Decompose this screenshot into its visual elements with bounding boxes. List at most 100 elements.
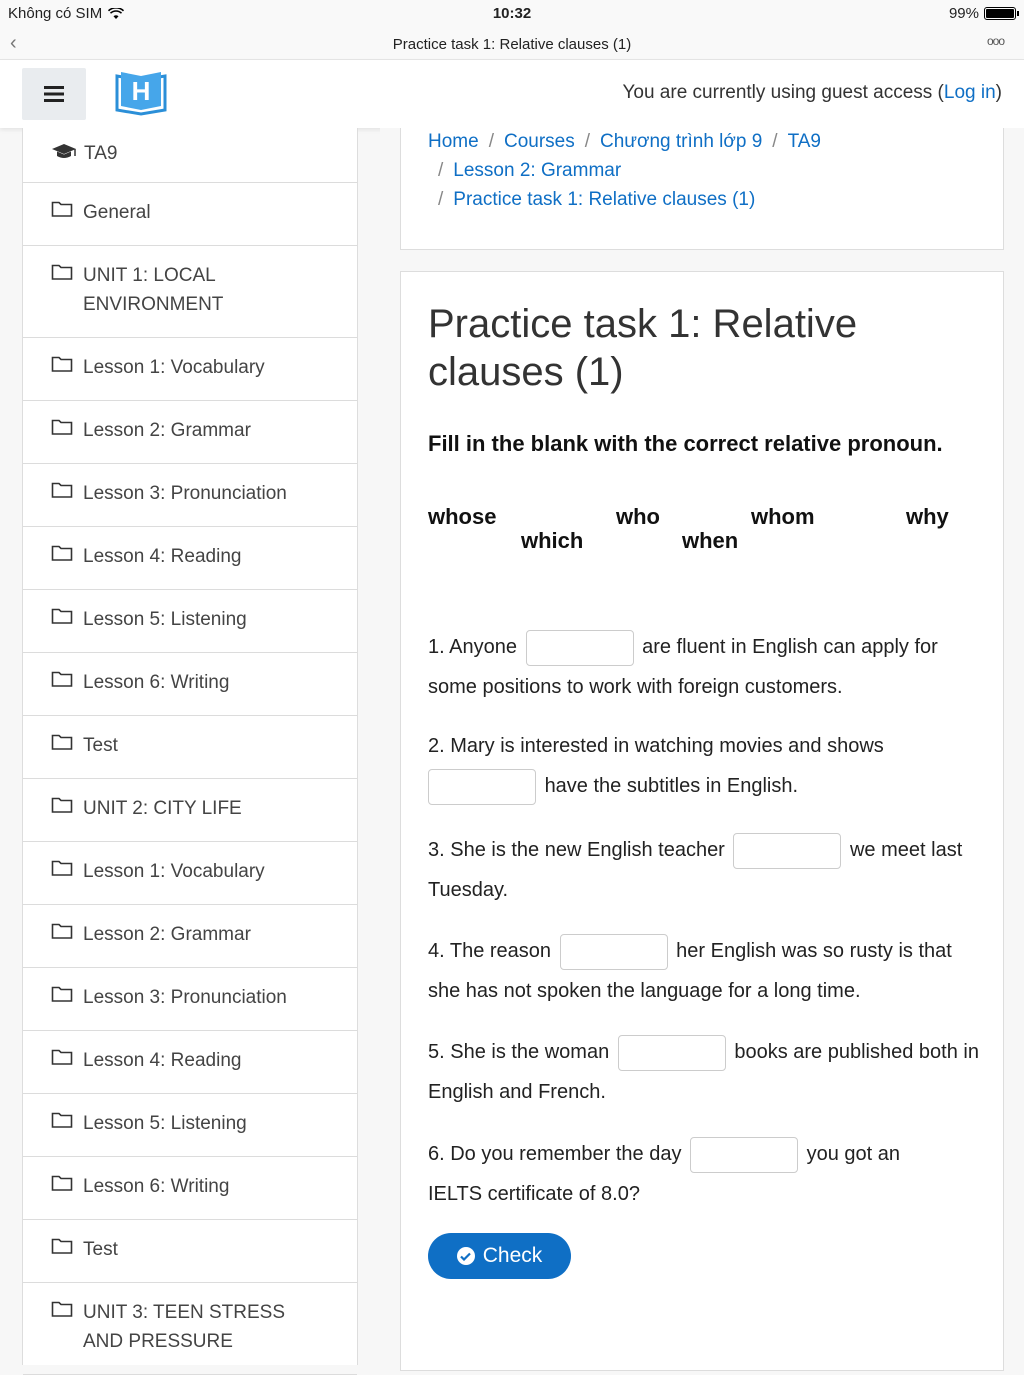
folder-icon	[51, 860, 73, 876]
breadcrumb-lesson[interactable]: Lesson 2: Grammar	[453, 160, 621, 181]
folder-icon	[51, 201, 73, 217]
sidebar-item[interactable]: General	[23, 183, 357, 246]
sidebar-item[interactable]: Lesson 2: Grammar	[23, 401, 357, 464]
sidebar-item-label: Test	[83, 735, 118, 756]
sidebar-item[interactable]: UNIT 1: LOCAL ENVIRONMENT	[23, 246, 357, 338]
sidebar-item-label: Lesson 3: Pronunciation	[83, 483, 287, 504]
sidebar-item-label: Lesson 3: Pronunciation	[83, 987, 287, 1008]
folder-icon	[51, 419, 73, 435]
sidebar-item-label: Lesson 5: Listening	[83, 1113, 247, 1134]
answer-input-5[interactable]	[617, 1034, 726, 1071]
sidebar-item[interactable]: Lesson 3: Pronunciation	[23, 968, 357, 1031]
sidebar-item-label: UNIT 2: CITY LIFE	[83, 798, 242, 819]
question-6: 6. Do you remember the day you got an IE…	[428, 1134, 948, 1214]
site-logo[interactable]: H	[113, 70, 169, 116]
login-link[interactable]: Log in	[944, 82, 996, 103]
sidebar-item[interactable]: Lesson 1: Vocabulary	[23, 338, 357, 401]
breadcrumb-course[interactable]: TA9	[788, 131, 821, 152]
sidebar-item[interactable]: Lesson 5: Listening	[23, 1094, 357, 1157]
browser-nav: ‹ Practice task 1: Relative clauses (1) …	[0, 28, 1024, 60]
breadcrumb-home[interactable]: Home	[428, 131, 479, 152]
guest-access-notice: You are currently using guest access (Lo…	[622, 82, 1002, 103]
answer-input-3[interactable]	[733, 832, 842, 869]
sidebar-item-label: UNIT 1: LOCAL ENVIRONMENT	[83, 265, 224, 315]
breadcrumb-courses[interactable]: Courses	[504, 131, 575, 152]
sidebar-item-label: Lesson 6: Writing	[83, 672, 230, 693]
word-bank-item: who	[616, 504, 660, 529]
hamburger-icon	[44, 86, 64, 102]
question-4: 4. The reason her English was so rusty i…	[428, 931, 988, 1011]
course-navigation-sidebar: TA9 General UNIT 1: LOCAL ENVIRONMENT Less…	[22, 128, 358, 1375]
word-bank-item: why	[906, 504, 949, 529]
instruction-text: Fill in the blank with the correct relat…	[428, 431, 943, 456]
battery-percent: 99%	[948, 5, 979, 22]
sidebar-item[interactable]: UNIT 2: CITY LIFE	[23, 779, 357, 842]
sidebar-item-label: Lesson 4: Reading	[83, 546, 242, 567]
word-bank-item: whose	[428, 504, 497, 529]
folder-icon	[51, 264, 73, 280]
folder-icon	[51, 1049, 73, 1065]
word-bank-item: when	[682, 528, 739, 553]
sidebar-item[interactable]: Lesson 1: Vocabulary	[23, 842, 357, 905]
sidebar-item-label: UNIT 3: TEEN STRESS AND PRESSURE	[83, 1302, 286, 1352]
sidebar-item[interactable]: Lesson 3: Pronunciation	[23, 464, 357, 527]
folder-icon	[51, 482, 73, 498]
svg-text:H: H	[132, 76, 151, 106]
status-bar: Không có SIM 10:32 99%	[0, 0, 1024, 28]
folder-icon	[51, 356, 73, 372]
check-button[interactable]: Check	[428, 1233, 571, 1279]
battery-icon	[984, 7, 1019, 20]
question-3: 3. She is the new English teacher we mee…	[428, 830, 988, 910]
sidebar-item[interactable]: Lesson 6: Writing	[23, 653, 357, 716]
menu-toggle-button[interactable]	[22, 68, 86, 120]
breadcrumb: Home / Courses / Chương trình lớp 9/TA9 /Les…	[400, 128, 1004, 250]
answer-input-2[interactable]	[428, 768, 536, 805]
breadcrumb-program[interactable]: Chương trình lớp 9	[600, 131, 762, 152]
breadcrumb-task[interactable]: Practice task 1: Relative clauses (1)	[453, 189, 755, 210]
site-header: H You are currently using guest access (…	[0, 60, 1024, 128]
answer-input-6[interactable]	[690, 1136, 799, 1173]
sidebar-item-label: Lesson 2: Grammar	[83, 924, 251, 945]
answer-input-1[interactable]	[525, 629, 634, 666]
nav-title: Practice task 1: Relative clauses (1)	[392, 36, 632, 53]
folder-icon	[51, 545, 73, 561]
sidebar-item[interactable]: Lesson 6: Writing	[23, 1157, 357, 1220]
sidebar-item[interactable]: Lesson 4: Reading	[23, 1031, 357, 1094]
sidebar-item-label: Lesson 1: Vocabulary	[83, 861, 265, 882]
folder-icon	[51, 986, 73, 1002]
folder-icon	[51, 734, 73, 750]
folder-icon	[51, 1112, 73, 1128]
question-5: 5. She is the woman books are published …	[428, 1032, 988, 1112]
sidebar-item[interactable]: Lesson 5: Listening	[23, 590, 357, 653]
activity-card: Practice task 1: Relative clauses (1) Fi…	[400, 271, 1004, 1371]
check-button-label: Check	[482, 1244, 543, 1267]
word-bank-item: which	[521, 528, 584, 553]
sidebar-item-label: Lesson 4: Reading	[83, 1050, 242, 1071]
folder-icon	[51, 608, 73, 624]
folder-icon	[51, 1175, 73, 1191]
folder-icon	[51, 797, 73, 813]
sidebar-item-label: General	[83, 202, 151, 223]
sidebar-item[interactable]: Lesson 2: Grammar	[23, 905, 357, 968]
question-2: 2. Mary is interested in watching movies…	[428, 726, 948, 806]
more-icon[interactable]: ooo	[987, 34, 1005, 48]
sidebar-item-label: Lesson 1: Vocabulary	[83, 357, 265, 378]
graduation-cap-icon	[52, 144, 76, 158]
question-1: 1. Anyone are fluent in English can appl…	[428, 627, 988, 707]
sidebar-item-course[interactable]: TA9	[23, 128, 357, 183]
word-bank-item: whom	[751, 504, 815, 529]
sidebar-item[interactable]: Test	[23, 716, 357, 779]
folder-icon	[51, 671, 73, 687]
answer-input-4[interactable]	[559, 933, 668, 970]
sidebar-item[interactable]: UNIT 3: TEEN STRESS AND PRESSURE	[23, 1283, 357, 1375]
sidebar-item-label: Lesson 5: Listening	[83, 609, 247, 630]
sidebar-item-label: TA9	[84, 143, 118, 164]
sidebar-item[interactable]: Test	[23, 1220, 357, 1283]
page-title: Practice task 1: Relative clauses (1)	[428, 302, 858, 394]
sidebar-item-label: Lesson 2: Grammar	[83, 420, 251, 441]
sidebar-item-label: Test	[83, 1239, 118, 1260]
sidebar-item[interactable]: Lesson 4: Reading	[23, 527, 357, 590]
clock: 10:32	[492, 5, 532, 22]
sidebar-item-label: Lesson 6: Writing	[83, 1176, 230, 1197]
folder-icon	[51, 923, 73, 939]
